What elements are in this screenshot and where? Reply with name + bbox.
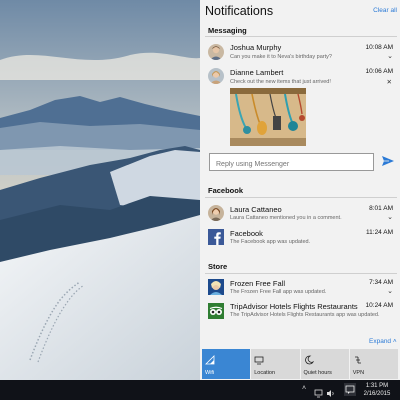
show-hidden-icons-chevron-icon[interactable]: ˄ (302, 385, 306, 392)
quick-action-label: Quiet hours (303, 370, 332, 376)
group-label-messaging: Messaging (208, 26, 247, 35)
taskbar-clock[interactable]: 1:31 PM 2/16/2015 (362, 382, 392, 398)
notification-sender: TripAdvisor Hotels Flights Restaurants (230, 302, 358, 311)
group-label-store: Store (208, 262, 228, 271)
clock-date: 2/16/2015 (363, 391, 391, 397)
location-icon (254, 352, 264, 365)
notification-item[interactable]: Joshua Murphy Can you make it to Neva's … (200, 40, 400, 64)
action-center-panel: Notifications Clear all Messaging Joshua… (200, 0, 400, 380)
notification-item[interactable]: TripAdvisor Hotels Flights Restaurants T… (200, 299, 400, 321)
jewelry-photo (230, 88, 306, 146)
volume-icon[interactable] (326, 385, 335, 397)
close-icon[interactable]: ✕ (387, 78, 392, 86)
frozen-free-fall-icon (208, 279, 224, 295)
notification-sender: Frozen Free Fall (230, 279, 286, 288)
notification-preview: Laura Cattaneo mentioned you in a commen… (230, 215, 342, 221)
notification-time: 10:08 AM (365, 44, 393, 51)
group-divider (205, 273, 397, 274)
wifi-icon (205, 352, 215, 365)
quick-action-label: Wifi (205, 370, 215, 376)
avatar (208, 68, 224, 84)
quick-action-quiet-hours[interactable]: Quiet hours (300, 349, 349, 379)
notification-item[interactable]: Laura Cattaneo Laura Cattaneo mentioned … (200, 201, 400, 225)
chevron-down-icon[interactable]: ⌄ (387, 53, 393, 61)
tripadvisor-icon (208, 303, 224, 319)
notification-time: 10:06 AM (365, 68, 393, 75)
group-label-facebook: Facebook (208, 186, 244, 195)
quick-actions: Wifi Location Quiet hours VPN (202, 349, 398, 379)
chevron-down-icon[interactable]: ⌄ (387, 288, 393, 296)
quick-action-vpn[interactable]: VPN (349, 349, 398, 379)
action-center-header: Notifications Clear all (205, 3, 397, 21)
group-divider (205, 197, 397, 198)
notification-sender: Dianne Lambert (230, 68, 284, 77)
notification-preview: The TripAdvisor Hotels Flights Restauran… (230, 312, 380, 318)
notification-preview: The Facebook app was updated. (230, 239, 311, 245)
group-divider (205, 36, 397, 37)
taskbar: ˄ 1:31 PM 2/16/2015 (0, 380, 400, 400)
vpn-icon (353, 352, 363, 364)
notification-time: 11:24 AM (366, 229, 393, 236)
send-icon[interactable] (381, 154, 395, 168)
moon-icon (304, 352, 314, 365)
clear-all-link[interactable]: Clear all (373, 7, 397, 14)
notification-preview: Can you make it to Neva's birthday party… (230, 54, 332, 60)
quick-action-label: VPN (352, 370, 365, 376)
notification-item[interactable]: Facebook The Facebook app was updated. 1… (200, 225, 400, 249)
expand-link[interactable]: Expand ˄ (369, 338, 397, 345)
quick-action-location[interactable]: Location (251, 349, 300, 379)
chevron-down-icon[interactable]: ⌄ (387, 214, 393, 222)
clock-time: 1:31 PM (365, 383, 389, 389)
quick-action-label: Location (254, 370, 276, 376)
avatar (208, 205, 224, 221)
network-icon[interactable] (314, 385, 323, 398)
notification-item[interactable]: Frozen Free Fall The Frozen Free Fall ap… (200, 276, 400, 298)
notification-time: 10:24 AM (365, 302, 393, 309)
facebook-icon (208, 229, 224, 245)
action-center-button[interactable] (344, 383, 356, 396)
notification-preview: Check out the new items that just arrive… (230, 79, 331, 85)
action-center-title: Notifications (205, 4, 274, 18)
quick-action-wifi[interactable]: Wifi (202, 349, 251, 379)
notification-sender: Laura Cattaneo (230, 205, 282, 214)
reply-input[interactable] (209, 153, 374, 171)
notification-time: 7:34 AM (369, 279, 393, 286)
notification-sender: Facebook (230, 229, 263, 238)
notification-time: 8:01 AM (369, 205, 393, 212)
avatar (208, 44, 224, 60)
notification-sender: Joshua Murphy (230, 43, 282, 52)
notification-preview: The Frozen Free Fall app was updated. (230, 289, 327, 295)
